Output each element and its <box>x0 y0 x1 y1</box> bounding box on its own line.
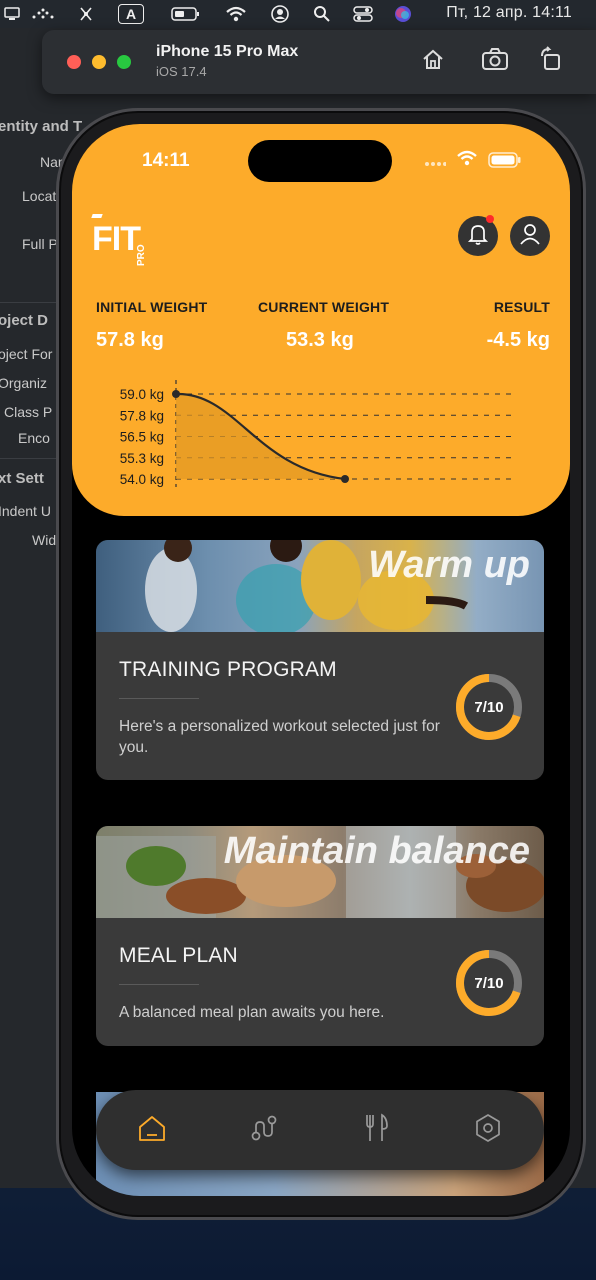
meal-plan-title: MEAL PLAN <box>119 944 238 967</box>
minimize-window-button[interactable] <box>92 55 106 69</box>
training-progress-text: 7/10 <box>474 698 504 716</box>
training-program-title: TRAINING PROGRAM <box>119 658 337 681</box>
xcode-label-format: oject For <box>0 346 53 362</box>
simulator-os-version: iOS 17.4 <box>156 64 207 79</box>
xcode-label-indent: Indent U <box>0 503 51 519</box>
siri-icon[interactable] <box>392 4 414 24</box>
title-divider <box>119 698 199 699</box>
weight-header: 14:11 FIT PRO INITIAL WEIGHT 57.8 kg CUR… <box>72 124 570 516</box>
rotate-button[interactable] <box>536 45 566 77</box>
simulator-title-bar: iPhone 15 Pro Max iOS 17.4 <box>42 30 596 94</box>
xcode-label-organization: Organiz <box>0 375 48 391</box>
xcode-label-width: Wid <box>32 532 57 548</box>
meal-progress-ring: 7/10 <box>454 948 524 1018</box>
title-divider <box>119 984 199 985</box>
macos-menu-bar: A Пт, 12 апр. 14:11 <box>0 0 596 28</box>
rotate-icon <box>538 45 564 77</box>
chart-point <box>341 475 349 483</box>
training-progress-ring: 7/10 <box>454 672 524 742</box>
profile-button[interactable] <box>510 216 550 256</box>
status-wifi-icon <box>456 150 478 171</box>
tab-workouts[interactable] <box>246 1112 282 1148</box>
meal-plan-description: A balanced meal plan awaits you here. <box>119 1004 385 1021</box>
chart-y-tick-label: 55.3 kg <box>120 451 164 466</box>
chart-y-tick-label: 56.5 kg <box>120 430 164 445</box>
home-button[interactable] <box>418 46 448 76</box>
battery-icon[interactable] <box>170 4 202 24</box>
screenshot-button[interactable] <box>480 46 510 76</box>
logo-subtext: PRO <box>136 244 147 266</box>
desktop: entity and T Nar Locat Full P oject D oj… <box>0 0 596 1280</box>
notifications-button[interactable] <box>458 215 498 256</box>
tab-meals[interactable] <box>358 1112 394 1148</box>
xcode-label-full-path: Full P <box>22 236 58 252</box>
cellular-signal-icon <box>424 154 447 172</box>
dynamic-island <box>248 140 392 182</box>
fork-knife-icon <box>360 1112 392 1149</box>
keyboard-a-icon[interactable]: A <box>118 4 144 24</box>
xcode-section-project: oject D <box>0 312 49 329</box>
initial-weight-label: INITIAL WEIGHT <box>96 299 208 315</box>
xcode-label-class-prefix: Class P <box>4 404 53 420</box>
route-icon <box>248 1112 280 1149</box>
xcode-section-identity: entity and T <box>0 118 83 135</box>
screenshot-icon <box>481 47 509 76</box>
app-screen: 14:11 FIT PRO INITIAL WEIGHT 57.8 kg CUR… <box>72 124 570 1196</box>
user-circle-icon[interactable] <box>270 4 290 24</box>
wifi-icon[interactable] <box>224 4 248 24</box>
tab-home[interactable] <box>134 1112 170 1148</box>
fit-pro-logo: FIT PRO <box>91 214 152 266</box>
result-label: RESULT <box>493 299 550 315</box>
logo-text: FIT <box>92 220 141 258</box>
search-icon[interactable] <box>312 4 332 24</box>
bottom-tab-bar <box>96 1090 544 1170</box>
warm-up-image: Warm up <box>96 540 544 632</box>
user-icon <box>519 222 541 251</box>
warm-up-tag: Warm up <box>368 544 530 586</box>
training-program-card[interactable]: Warm up TRAINING PROGRAM Here's a person… <box>96 540 544 780</box>
tab-settings[interactable] <box>470 1112 506 1148</box>
xcode-label-encoding: Enco <box>18 430 50 446</box>
close-window-button[interactable] <box>67 55 81 69</box>
status-battery-icon <box>488 152 522 173</box>
xcode-label-location: Locat <box>22 188 57 204</box>
crossed-tool-icon[interactable] <box>76 4 96 24</box>
meal-plan-card[interactable]: Maintain balance MEAL PLAN A balanced me… <box>96 826 544 1046</box>
home-icon <box>136 1112 168 1149</box>
result-value: -4.5 kg <box>486 329 550 351</box>
maintain-balance-image: Maintain balance <box>96 826 544 918</box>
meal-progress-text: 7/10 <box>474 974 504 992</box>
home-icon <box>421 47 445 76</box>
weight-chart: 59.0 kg 57.8 kg 56.5 kg 55.3 kg 54.0 kg <box>120 380 514 487</box>
monitor-icon[interactable] <box>3 4 21 24</box>
initial-weight-value: 57.8 kg <box>96 329 164 351</box>
maintain-balance-tag: Maintain balance <box>223 830 530 872</box>
chart-point <box>172 390 180 398</box>
bell-icon <box>467 222 489 251</box>
notification-badge <box>486 215 494 223</box>
chart-y-tick-label: 54.0 kg <box>120 472 164 487</box>
current-weight-label: CURRENT WEIGHT <box>258 299 390 315</box>
chart-y-tick-label: 59.0 kg <box>120 387 164 402</box>
xcode-section-text-settings: xt Sett <box>0 470 44 487</box>
logo-accent-bar <box>91 214 103 218</box>
simulator-device-name: iPhone 15 Pro Max <box>156 43 299 60</box>
chart-y-tick-label: 57.8 kg <box>120 408 164 423</box>
current-weight-value: 53.3 kg <box>286 329 354 351</box>
training-program-description: Here's a personalized workout selected j… <box>119 718 440 756</box>
zoom-window-button[interactable] <box>117 55 131 69</box>
settings-icon <box>472 1112 504 1149</box>
menubar-clock[interactable]: Пт, 12 апр. 14:11 <box>446 4 572 22</box>
control-center-icon[interactable] <box>352 4 374 24</box>
status-bar-time: 14:11 <box>142 150 190 171</box>
bluetooth-dots-icon[interactable] <box>30 4 56 24</box>
